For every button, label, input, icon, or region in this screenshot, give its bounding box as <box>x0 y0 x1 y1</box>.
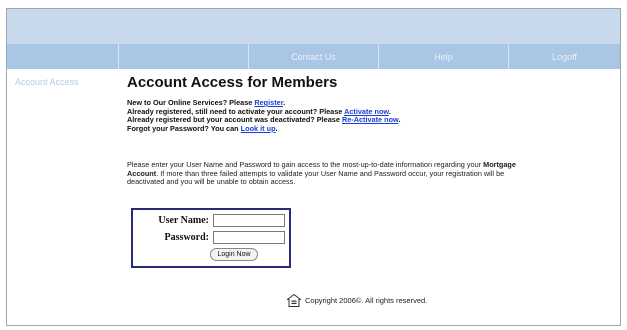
nav-item-contact-us[interactable]: Contact Us <box>248 44 378 69</box>
login-box: User Name: Password: Login Now <box>131 208 291 268</box>
reactivate-now-link[interactable]: Re-Activate now <box>342 115 399 124</box>
header-band <box>7 9 620 44</box>
sidebar-item-account-access[interactable]: Account Access <box>15 77 79 87</box>
sidebar: Account Access <box>7 69 117 327</box>
copyright-text: Copyright 2006©. All rights reserved. <box>305 296 428 305</box>
login-instructions: Please enter your User Name and Password… <box>127 160 527 187</box>
username-row: User Name: <box>133 213 289 229</box>
page-frame: Contact Us Help Logoff Account Access Ac… <box>6 8 621 326</box>
password-input[interactable] <box>213 231 285 244</box>
username-input[interactable] <box>213 214 285 227</box>
page-title: Account Access for Members <box>127 74 338 91</box>
username-label: User Name: <box>158 215 209 226</box>
look-it-up-link[interactable]: Look it up <box>241 124 276 133</box>
nav-item-logoff[interactable]: Logoff <box>508 44 620 69</box>
footer: Copyright 2006©. All rights reserved. <box>286 293 428 307</box>
intro-block: New to Our Online Services? Please Regis… <box>127 98 401 134</box>
nav-item-help[interactable]: Help <box>378 44 508 69</box>
password-row: Password: <box>133 230 289 246</box>
desc-part-2: . If more than three failed attempts to … <box>127 168 505 187</box>
intro-line-forgot: Forgot your Password? You can Look it up… <box>127 123 400 134</box>
login-now-button[interactable]: Login Now <box>210 248 258 261</box>
period: . <box>275 123 278 133</box>
period: . <box>398 115 401 125</box>
password-label: Password: <box>164 232 209 243</box>
nav-item-blank-2 <box>118 44 248 69</box>
nav-item-blank-1 <box>7 44 118 69</box>
intro-text: Forgot your Password? You can <box>127 123 241 133</box>
equal-housing-icon <box>286 293 302 307</box>
nav-bar: Contact Us Help Logoff <box>7 44 620 69</box>
